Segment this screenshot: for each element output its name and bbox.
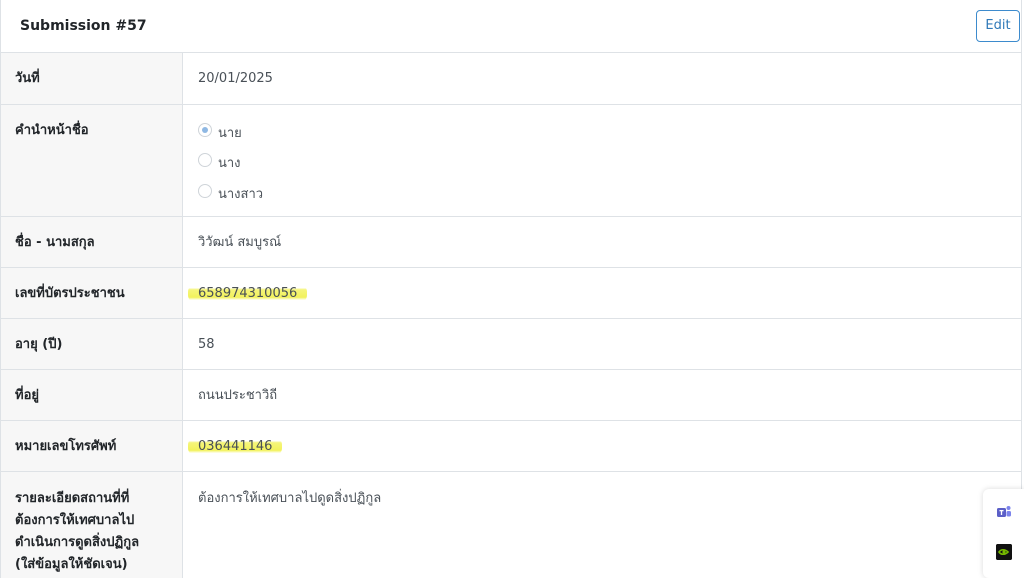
field-value-phone: 036441146	[188, 421, 283, 473]
nvidia-icon[interactable]	[996, 544, 1012, 560]
highlighted-value: 036441146	[188, 437, 283, 456]
submission-panel: Submission #57 Edit วันที่ 20/01/2025 คำ…	[0, 0, 1022, 578]
row-prefix: คำนำหน้าชื่อ นาย นาง นางสาว	[1, 105, 1021, 217]
field-value-date: 20/01/2025	[198, 71, 273, 86]
row-phone: หมายเลขโทรศัพท์ 036441146	[1, 421, 1021, 472]
field-label-prefix: คำนำหน้าชื่อ	[1, 105, 183, 216]
field-label-address: ที่อยู่	[1, 370, 183, 420]
highlighted-value: 658974310056	[188, 284, 308, 303]
page-title: Submission #57	[20, 18, 147, 34]
label-line: ดำเนินการดูดสิ่งปฏิกูล	[15, 535, 140, 550]
radio-unchecked-icon[interactable]	[198, 184, 212, 198]
label-line: (ใส่ข้อมูลให้ชัดเจน)	[15, 557, 128, 572]
teams-icon[interactable]	[996, 504, 1012, 520]
row-id-card: เลขที่บัตรประชาชน 658974310056	[1, 268, 1021, 319]
edit-button[interactable]: Edit	[976, 10, 1020, 42]
radio-label: นาย	[218, 126, 242, 141]
row-date: วันที่ 20/01/2025	[1, 53, 1021, 105]
radio-checked-icon[interactable]	[198, 123, 212, 137]
radio-unchecked-icon[interactable]	[198, 153, 212, 167]
side-widget	[983, 489, 1024, 578]
field-value-id-card: 658974310056	[188, 268, 308, 320]
label-line: ต้องการให้เทศบาลไป	[15, 513, 135, 528]
row-address: ที่อยู่ ถนนประชาวิถี	[1, 370, 1021, 421]
label-line: รายละเอียดสถานที่ที่	[15, 491, 130, 506]
panel-header: Submission #57 Edit	[1, 0, 1021, 53]
field-value-details: ต้องการให้เทศบาลไปดูดสิ่งปฏิกูล	[198, 491, 382, 506]
field-label-phone: หมายเลขโทรศัพท์	[1, 421, 183, 471]
field-value-name: วิวัฒน์ สมบูรณ์	[198, 235, 282, 250]
field-value-age: 58	[198, 337, 215, 352]
radio-label: นางสาว	[218, 187, 264, 202]
field-value-address: ถนนประชาวิถี	[198, 388, 278, 403]
radio-label: นาง	[218, 156, 241, 171]
field-label-name: ชื่อ - นามสกุล	[1, 217, 183, 267]
field-label-date: วันที่	[1, 53, 183, 104]
field-label-details: รายละเอียดสถานที่ที่ ต้องการให้เทศบาลไป …	[1, 472, 183, 578]
field-label-age: อายุ (ปี)	[1, 319, 183, 369]
field-label-id-card: เลขที่บัตรประชาชน	[1, 268, 183, 318]
row-name: ชื่อ - นามสกุล วิวัฒน์ สมบูรณ์	[1, 217, 1021, 268]
row-details: รายละเอียดสถานที่ที่ ต้องการให้เทศบาลไป …	[1, 472, 1021, 578]
row-age: อายุ (ปี) 58	[1, 319, 1021, 370]
